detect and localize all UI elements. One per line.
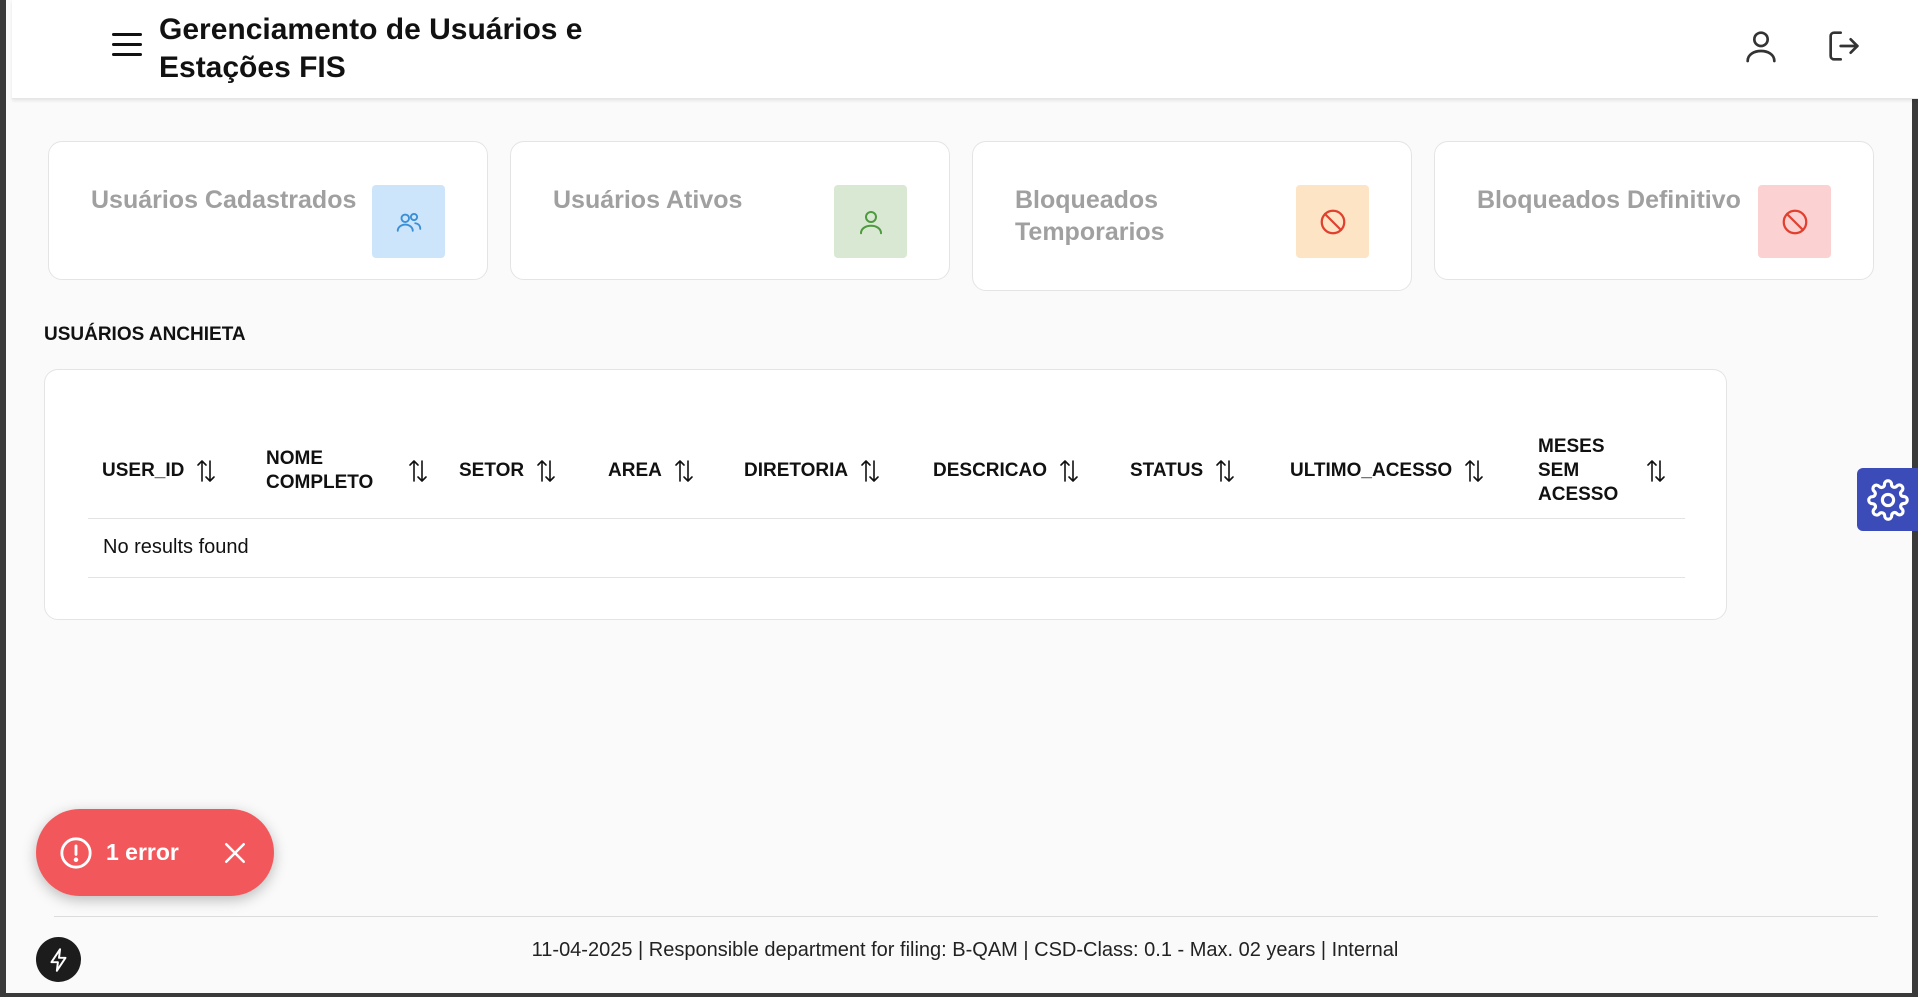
logout-icon[interactable] xyxy=(1824,26,1864,66)
column-header-area[interactable]: AREA xyxy=(608,422,708,519)
column-header-diretoria[interactable]: DIRETORIA xyxy=(744,422,894,519)
empty-table-message: No results found xyxy=(103,536,249,558)
card-usuarios-cadastrados[interactable]: Usuários Cadastrados xyxy=(48,141,488,280)
settings-gear-button[interactable] xyxy=(1857,468,1918,531)
sort-icon[interactable] xyxy=(1462,458,1486,484)
sort-icon[interactable] xyxy=(858,458,882,484)
sort-icon[interactable] xyxy=(194,458,218,484)
app-window: Gerenciamento de Usuários e Estações FIS… xyxy=(0,0,1918,997)
column-label: DESCRICAO xyxy=(933,459,1048,481)
card-label: Bloqueados Definitivo xyxy=(1477,186,1741,214)
user-icon xyxy=(834,185,907,258)
gear-icon xyxy=(1866,478,1909,521)
lightning-bolt-icon xyxy=(49,947,66,972)
column-header-status[interactable]: STATUS xyxy=(1130,422,1250,519)
users-icon xyxy=(372,185,445,258)
column-label: USER_ID xyxy=(102,459,185,481)
block-icon xyxy=(1296,185,1369,258)
sort-icon[interactable] xyxy=(1213,458,1237,484)
footer-text: 11-04-2025 | Responsible department for … xyxy=(531,939,1399,961)
sort-icon[interactable] xyxy=(1644,458,1668,484)
column-label: NOME COMPLETO xyxy=(266,447,374,493)
card-label: Usuários Ativos xyxy=(553,186,743,214)
column-header-descricao[interactable]: DESCRICAO xyxy=(933,422,1093,519)
column-header-nome-completo[interactable]: NOME COMPLETO xyxy=(266,422,456,519)
dev-tools-button[interactable] xyxy=(36,937,81,982)
column-label: DIRETORIA xyxy=(744,459,849,481)
column-label: MESES SEM ACESSO xyxy=(1538,435,1619,505)
sort-icon[interactable] xyxy=(672,458,696,484)
alert-circle-icon xyxy=(60,837,92,869)
error-toast[interactable]: 1 error xyxy=(36,809,274,896)
page-title: Gerenciamento de Usuários e Estações FIS xyxy=(159,13,583,84)
column-label: AREA xyxy=(608,459,662,481)
table-divider xyxy=(88,577,1685,578)
card-label: Bloqueados Temporarios xyxy=(1015,186,1165,246)
card-bloqueados-temporarios[interactable]: Bloqueados Temporarios xyxy=(972,141,1412,291)
column-header-meses-sem-acesso[interactable]: MESES SEM ACESSO xyxy=(1538,422,1678,519)
column-label: STATUS xyxy=(1130,459,1204,481)
column-header-user-id[interactable]: USER_ID xyxy=(102,422,232,519)
block-icon xyxy=(1758,185,1831,258)
table-header: USER_ID NOME COMPLETO SETOR AREA DIRETOR… xyxy=(88,422,1685,519)
column-header-setor[interactable]: SETOR xyxy=(459,422,569,519)
section-title: USUÁRIOS ANCHIETA xyxy=(44,324,246,345)
close-icon[interactable] xyxy=(220,838,250,868)
card-usuarios-ativos[interactable]: Usuários Ativos xyxy=(510,141,950,280)
footer-divider xyxy=(54,916,1878,917)
user-icon[interactable] xyxy=(1741,26,1781,66)
column-label: SETOR xyxy=(459,459,525,481)
sort-icon[interactable] xyxy=(534,458,558,484)
top-header: Gerenciamento de Usuários e Estações FIS xyxy=(12,0,1918,99)
card-bloqueados-definitivo[interactable]: Bloqueados Definitivo xyxy=(1434,141,1874,280)
column-header-ultimo-acesso[interactable]: ULTIMO_ACESSO xyxy=(1290,422,1500,519)
column-label: ULTIMO_ACESSO xyxy=(1290,459,1453,481)
error-count-text: 1 error xyxy=(106,839,179,865)
sort-icon[interactable] xyxy=(406,458,430,484)
sort-icon[interactable] xyxy=(1057,458,1081,484)
users-table: USER_ID NOME COMPLETO SETOR AREA DIRETOR… xyxy=(44,369,1727,620)
hamburger-menu-icon[interactable] xyxy=(110,30,146,60)
card-label: Usuários Cadastrados xyxy=(91,186,357,214)
